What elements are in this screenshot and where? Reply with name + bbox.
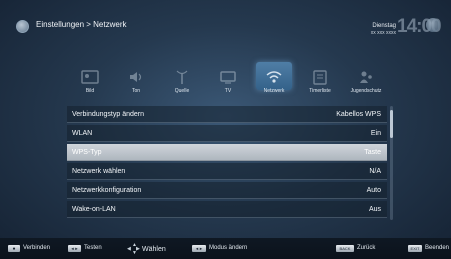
tv-settings-screen: Einstellungen > Netzwerk Dienstag xx xxx… <box>0 0 451 259</box>
tab-jugendschutz[interactable]: Jugendschutz <box>346 64 386 102</box>
tab-tv[interactable]: TV <box>208 64 248 102</box>
antenna-source-icon <box>176 70 188 84</box>
menu-item-label: WLAN <box>72 130 93 137</box>
menu-item-value: Aus <box>368 206 381 213</box>
left-right-key-icon <box>192 245 206 252</box>
timer-list-icon <box>313 70 327 85</box>
tab-netzwerk[interactable]: Netzwerk <box>254 62 294 102</box>
exit-key: EXIT <box>408 245 422 252</box>
scroll-thumb[interactable] <box>390 110 393 138</box>
menu-item-value: Ein <box>370 130 381 137</box>
footer-hints: Verbinden Testen ▲ ▼ ◀ ▶ Wählen Modus än… <box>0 238 451 259</box>
tab-label: Jugendschutz <box>350 88 382 94</box>
hint-verbinden[interactable]: Verbinden <box>8 244 50 253</box>
hint-testen[interactable]: Testen <box>68 244 102 253</box>
sound-icon <box>130 72 142 82</box>
menu-item-wps-typ[interactable]: WPS-Typ Taste <box>67 144 387 161</box>
header: Einstellungen > Netzwerk Dienstag xx xxx… <box>0 0 451 58</box>
menu-item-netzwerk-waehlen[interactable]: Netzwerk wählen N/A <box>67 163 387 180</box>
back-key: BACK <box>336 245 354 252</box>
date-day: Dienstag <box>372 23 396 29</box>
arrow-key-icon <box>68 245 81 252</box>
ok-key-icon <box>8 245 20 252</box>
menu-item-label: Verbindungstyp ändern <box>72 111 144 118</box>
tab-quelle[interactable]: Quelle <box>162 64 202 102</box>
menu-item-label: Wake-on-LAN <box>72 206 116 213</box>
menu-item-wake-on-lan[interactable]: Wake-on-LAN Aus <box>67 201 387 218</box>
menu-item-label: WPS-Typ <box>72 149 102 156</box>
menu-item-label: Netzwerk wählen <box>72 168 126 175</box>
settings-menu: Verbindungstyp ändern Kabellos WPS WLAN … <box>67 106 387 220</box>
menu-item-wlan[interactable]: WLAN Ein <box>67 125 387 142</box>
menu-item-netzwerkkonfiguration[interactable]: Netzwerkkonfiguration Auto <box>67 182 387 199</box>
hint-wahlen[interactable]: ▲ ▼ ◀ ▶ Wählen <box>127 242 166 256</box>
date-sub: xx xxx xxxx <box>370 30 396 36</box>
picture-icon <box>81 70 99 84</box>
clock-decoration-icon <box>426 18 440 32</box>
menu-item-value: Auto <box>366 187 381 194</box>
menu-item-value: Taste <box>364 149 381 156</box>
menu-item-value: Kabellos WPS <box>336 111 381 118</box>
parental-control-icon <box>360 71 372 83</box>
tab-bild[interactable]: Bild <box>70 64 110 102</box>
scrollbar[interactable] <box>390 106 393 220</box>
hint-beenden[interactable]: EXIT Beenden <box>408 244 449 253</box>
home-icon <box>16 20 29 33</box>
navigation-cross-icon: ▲ ▼ ◀ ▶ <box>127 242 140 256</box>
network-icon <box>266 71 282 83</box>
hint-modus-aendern[interactable]: Modus ändern <box>192 244 247 253</box>
tab-timerliste[interactable]: Timerliste <box>300 64 340 102</box>
date-block: Dienstag xx xxx xxxx <box>336 22 396 37</box>
menu-item-label: Netzwerkkonfiguration <box>72 187 142 194</box>
hint-zurueck[interactable]: BACK Zurück <box>336 244 375 253</box>
menu-item-value: N/A <box>369 168 381 175</box>
tab-bar: Bild Ton Quelle TV Netzwerk Timerliste J… <box>70 62 400 102</box>
menu-item-verbindungstyp[interactable]: Verbindungstyp ändern Kabellos WPS <box>67 106 387 123</box>
tab-ton[interactable]: Ton <box>116 64 156 102</box>
tv-icon <box>220 71 236 84</box>
breadcrumb: Einstellungen > Netzwerk <box>36 20 127 29</box>
